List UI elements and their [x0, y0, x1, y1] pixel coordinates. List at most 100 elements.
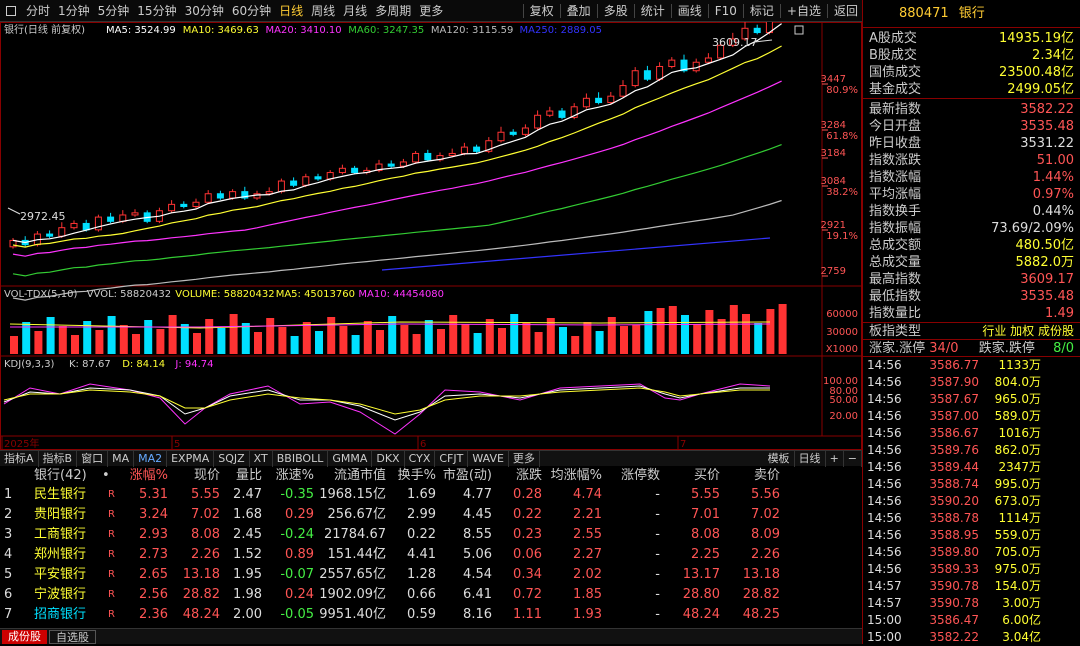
tabs-right-button[interactable]: 日线	[795, 450, 826, 467]
period-tab[interactable]: 日线	[275, 0, 307, 22]
volume-bar	[534, 332, 543, 354]
board-type-row: 板指类型 行业 加权 成份股	[863, 322, 1080, 339]
table-cell: -	[655, 567, 660, 582]
column-header[interactable]: 换手%	[390, 466, 440, 485]
table-cell: 48.24	[682, 607, 720, 622]
toolbar-button[interactable]: 多股	[600, 0, 632, 22]
tick-spacer	[1041, 476, 1069, 493]
column-header[interactable]: 卖价	[724, 466, 784, 485]
tick-time: 14:56	[867, 375, 902, 389]
status-tab[interactable]: 自选股	[49, 629, 96, 644]
indicator-tab[interactable]: CFJT	[435, 450, 469, 467]
vol-axis-label: X1000	[826, 344, 858, 355]
column-header[interactable]: 均涨幅%	[546, 466, 606, 485]
period-tab[interactable]: 月线	[339, 0, 371, 22]
column-header[interactable]: 银行(42)	[34, 466, 102, 485]
table-cell: 3.24	[139, 507, 168, 522]
candle-body	[473, 146, 481, 152]
column-header[interactable]: 现价	[172, 466, 224, 485]
tabs-right-button[interactable]: −	[844, 450, 862, 467]
stat-label: 指数涨幅	[869, 170, 922, 185]
stat-value: 3609.17	[1020, 272, 1074, 287]
column-header[interactable]: 涨速%	[266, 466, 318, 485]
board-type-label: 板指类型	[869, 324, 922, 339]
stat-label: 指数量比	[869, 306, 922, 321]
toolbar-button[interactable]: F10	[711, 0, 741, 22]
column-header[interactable]	[4, 466, 34, 485]
toolbar-button[interactable]: 画线	[674, 0, 706, 22]
table-cell: 2.73	[139, 547, 168, 562]
tabs-right-button[interactable]: +	[826, 450, 844, 467]
indicator-tab[interactable]: MA	[108, 450, 135, 467]
table-row[interactable]: 1 民生银行 R 5.31 5.55 2.47 -0.35 1968.15亿 1.69 4.77 0…	[0, 485, 862, 505]
toolbar-button[interactable]: 复权	[526, 0, 558, 22]
period-tab[interactable]: 30分钟	[181, 0, 228, 22]
column-header[interactable]: 涨跌	[496, 466, 546, 485]
table-cell: -	[655, 487, 660, 502]
table-row[interactable]: 4 郑州银行 R 2.73 2.26 1.52 0.89 151.44亿 4.41 5.06 0.0…	[0, 545, 862, 565]
tick-spacer	[1041, 612, 1069, 629]
toolbar-button[interactable]: 标记	[746, 0, 778, 22]
table-cell: 0.29	[285, 507, 314, 522]
table-row[interactable]: 2 贵阳银行 R 3.24 7.02 1.68 0.29 256.67亿 2.99 4.45 0.2…	[0, 505, 862, 525]
tick-spacer	[1041, 510, 1069, 527]
tick-row: 14:56 3589.33 975.0万	[863, 561, 1080, 578]
indicator-tab[interactable]: 指标A	[0, 450, 39, 467]
indicator-tab[interactable]: EXPMA	[167, 450, 215, 467]
indicator-tab[interactable]: 窗口	[77, 450, 109, 467]
indicator-tab[interactable]: CYX	[405, 450, 436, 467]
indicator-tab[interactable]: GMMA	[328, 450, 373, 467]
toolbar-button[interactable]: 返回	[830, 0, 862, 22]
column-header[interactable]: 涨幅%	[126, 466, 172, 485]
table-row[interactable]: 6 宁波银行 R 2.56 28.82 1.98 0.24 1902.09亿 0.66 6.41 0…	[0, 585, 862, 605]
period-tab[interactable]: 多周期	[371, 0, 415, 22]
indicator-tab[interactable]: 更多	[509, 450, 540, 467]
tabs-right-button[interactable]: 模板	[764, 450, 795, 467]
menu-square-icon[interactable]	[6, 5, 16, 16]
table-cell: -	[655, 507, 660, 522]
tick-price: 3588.95	[929, 528, 979, 542]
period-tab[interactable]: 15分钟	[133, 0, 180, 22]
period-tab[interactable]: 1分钟	[54, 0, 94, 22]
toolbar-button[interactable]: +自选	[783, 0, 825, 22]
indicator-tab[interactable]: DKX	[372, 450, 405, 467]
tick-list[interactable]: 14:56 3586.77 1133万 14:56 3587.90 804.0万 14:56…	[863, 356, 1080, 646]
column-header[interactable]: 量比	[224, 466, 266, 485]
column-header[interactable]: 涨停数	[606, 466, 664, 485]
indicator-tab[interactable]: 指标B	[39, 450, 78, 467]
indicator-tab[interactable]: XT	[250, 450, 273, 467]
candle-body	[753, 27, 761, 34]
period-tab[interactable]: 60分钟	[228, 0, 275, 22]
period-tab[interactable]: 5分钟	[94, 0, 134, 22]
column-header[interactable]: 流通市值	[318, 466, 390, 485]
kline-chart[interactable]: 银行(日线 前复权) MA5: 3524.99 MA10: 3469.63 MA20:…	[0, 22, 862, 450]
candle-body	[582, 97, 590, 108]
date-label: 7	[680, 439, 686, 450]
table-row[interactable]: 7 招商银行 R 2.36 48.24 2.00 -0.05 9951.40亿 0.59 8.16…	[0, 605, 862, 625]
ma-legend: MA120: 3115.59	[431, 25, 513, 36]
kdj-axis-label: 20.00	[829, 411, 858, 422]
status-tab[interactable]: 成份股	[2, 629, 47, 644]
candle-body	[656, 65, 664, 80]
volume-bar	[510, 314, 519, 354]
indicator-tab[interactable]: WAVE	[468, 450, 509, 467]
period-tab[interactable]: 更多	[415, 0, 447, 22]
column-header[interactable]: 买价	[664, 466, 724, 485]
toolbar-button[interactable]: 统计	[637, 0, 669, 22]
period-tab[interactable]: 分时	[22, 0, 54, 22]
chart-close-icon[interactable]	[794, 25, 804, 35]
indicator-tab[interactable]: BBIBOLL	[273, 450, 329, 467]
column-header[interactable]: •	[102, 466, 126, 485]
indicator-tab[interactable]: MA2	[134, 450, 168, 467]
tick-time: 14:56	[867, 511, 902, 525]
stat-value: 51.00	[1036, 153, 1074, 168]
toolbar-button[interactable]: 叠加	[563, 0, 595, 22]
table-row[interactable]: 5 平安银行 R 2.65 13.18 1.95 -0.07 2557.65亿 1.28 4.54…	[0, 565, 862, 585]
column-header[interactable]: 市盈(动)	[440, 466, 496, 485]
stat-label: 昨日收盘	[869, 136, 922, 151]
ma-legend: MA10: 3469.63	[183, 25, 259, 36]
tick-row: 14:56 3589.76 862.0万	[863, 442, 1080, 459]
indicator-tab[interactable]: SQJZ	[214, 450, 250, 467]
table-row[interactable]: 3 工商银行 R 2.93 8.08 2.45 -0.24 21784.67亿 0.22 8.55…	[0, 525, 862, 562]
period-tab[interactable]: 周线	[307, 0, 339, 22]
